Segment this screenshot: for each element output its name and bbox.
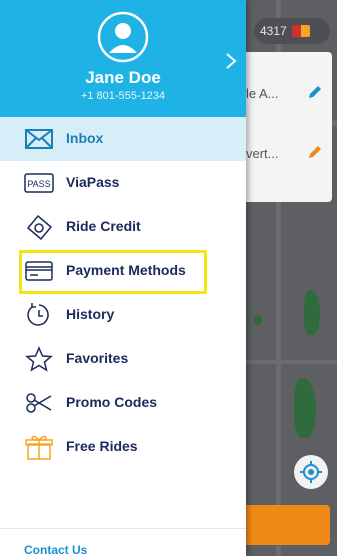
menu-item-ride-credit[interactable]: Ride Credit <box>0 205 246 249</box>
dropoff-text: vert... <box>246 146 279 161</box>
menu-label: History <box>66 306 115 322</box>
pass-icon-text: PASS <box>27 179 50 189</box>
card-brand-icon <box>292 25 310 37</box>
map-road <box>246 360 337 364</box>
edit-pencil-icon[interactable] <box>306 83 324 101</box>
edit-pencil-icon[interactable] <box>306 143 324 161</box>
menu-item-free-rides[interactable]: Free Rides <box>0 425 246 469</box>
map-park <box>254 315 262 325</box>
menu-item-promo-codes[interactable]: Promo Codes <box>0 381 246 425</box>
drawer-footer: Contact Us <box>0 528 246 556</box>
ride-credit-icon <box>26 214 53 240</box>
history-icon <box>27 303 49 326</box>
menu-label: Ride Credit <box>66 218 141 234</box>
map-park <box>294 378 316 438</box>
menu-label: Favorites <box>66 350 129 366</box>
mail-icon <box>25 129 53 149</box>
menu-label: Free Rides <box>66 438 138 454</box>
request-ride-bar[interactable] <box>246 505 330 545</box>
menu-item-history[interactable]: History <box>0 293 246 337</box>
address-row-pickup[interactable]: le A... <box>246 69 332 119</box>
menu-item-inbox[interactable]: Inbox <box>0 117 246 161</box>
address-row-dropoff[interactable]: vert... <box>246 129 332 179</box>
pickup-text: le A... <box>246 86 279 101</box>
selection-highlight <box>19 250 207 294</box>
menu-item-viapass[interactable]: PASS ViaPass <box>0 161 246 205</box>
avatar-icon <box>97 11 149 63</box>
user-phone: +1 801-555-1234 <box>80 90 166 102</box>
locate-me-button[interactable] <box>294 455 328 489</box>
payment-pill-text: 4317 <box>260 24 287 38</box>
profile-header[interactable]: Jane Doe +1 801-555-1234 <box>0 0 246 117</box>
chevron-right-icon[interactable] <box>224 52 238 70</box>
gift-icon <box>25 435 53 460</box>
crosshair-icon <box>300 461 322 483</box>
menu-label: Inbox <box>66 130 104 146</box>
scissors-icon <box>26 393 52 413</box>
address-card[interactable]: le A... vert... <box>246 52 332 202</box>
menu-label: Promo Codes <box>66 394 158 410</box>
payment-pill[interactable]: 4317 <box>254 18 330 44</box>
menu-item-favorites[interactable]: Favorites <box>0 337 246 381</box>
navigation-drawer: Jane Doe +1 801-555-1234 Inbox PASS ViaP… <box>0 0 246 556</box>
user-name: Jane Doe <box>85 68 161 87</box>
pass-icon: PASS <box>24 173 54 193</box>
menu-label: ViaPass <box>66 174 120 190</box>
map-park <box>304 290 320 335</box>
contact-us-link[interactable]: Contact Us <box>24 543 87 556</box>
star-icon <box>25 346 53 372</box>
